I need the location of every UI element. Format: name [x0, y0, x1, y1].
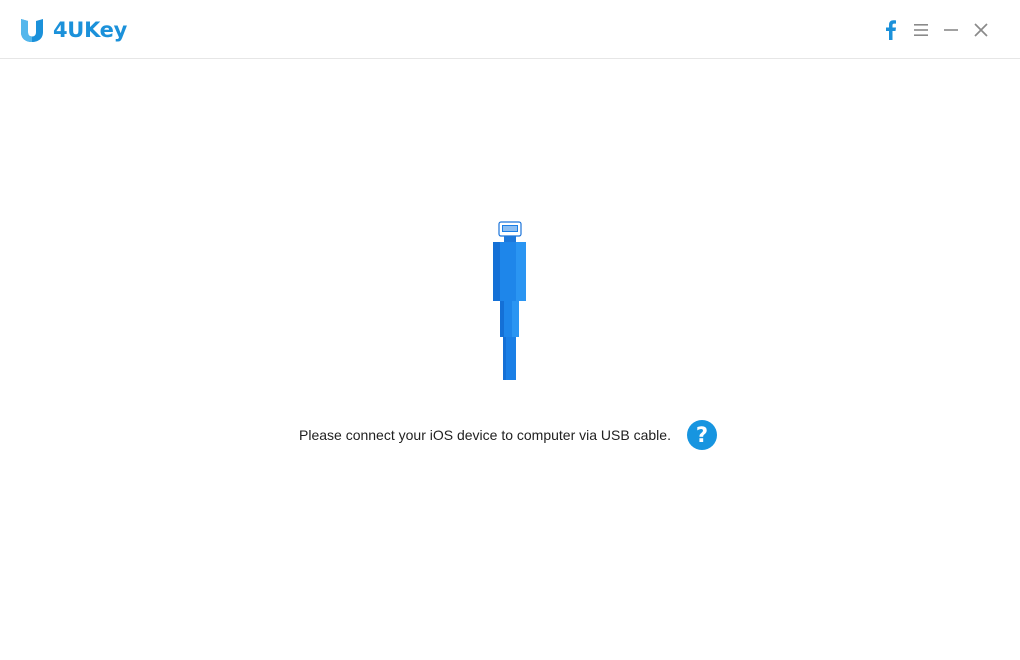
- question-icon: ?: [695, 423, 709, 447]
- app-title: 4UKey: [53, 18, 127, 42]
- menu-button[interactable]: [906, 17, 936, 43]
- close-icon: [974, 23, 988, 37]
- minimize-button[interactable]: [936, 17, 966, 43]
- menu-icon: [914, 24, 928, 36]
- window-controls: [876, 17, 996, 43]
- minimize-icon: [944, 29, 958, 31]
- title-bar: 4UKey: [0, 0, 1020, 59]
- facebook-icon: [886, 20, 896, 40]
- close-button[interactable]: [966, 17, 996, 43]
- connect-message: Please connect your iOS device to comput…: [299, 427, 671, 443]
- lightning-cable-icon: [493, 221, 526, 380]
- facebook-button[interactable]: [876, 17, 906, 43]
- help-button[interactable]: ?: [686, 420, 717, 450]
- app-logo: 4UKey: [19, 17, 127, 43]
- app-window: 4UKey Please connect your iOS device to …: [0, 0, 1020, 660]
- connect-prompt: Please connect your iOS device to comput…: [299, 420, 717, 450]
- 4ukey-logo-icon: [21, 19, 43, 42]
- main-content: Please connect your iOS device to comput…: [0, 60, 1020, 660]
